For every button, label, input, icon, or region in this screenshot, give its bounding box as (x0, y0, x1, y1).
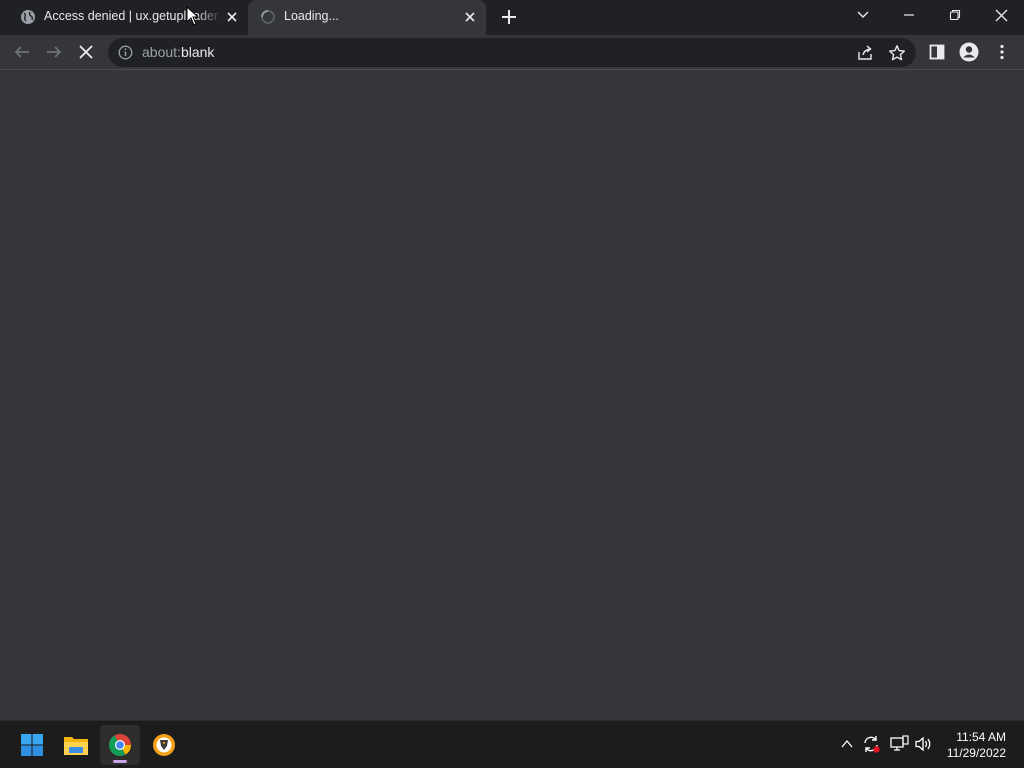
close-tab-icon[interactable] (224, 9, 240, 25)
chrome-button[interactable] (100, 725, 140, 765)
tab-search-button[interactable] (850, 4, 876, 26)
page-content (0, 71, 1024, 720)
restore-icon (949, 9, 961, 21)
chevron-down-icon (857, 11, 869, 18)
url-text[interactable]: about:blank (142, 44, 742, 60)
clock-date: 11/29/2022 (946, 746, 1006, 760)
arrow-left-icon (14, 46, 29, 58)
file-explorer-button[interactable] (56, 725, 96, 765)
url-path: blank (180, 44, 215, 60)
start-button[interactable] (12, 725, 52, 765)
url-scheme: about: (142, 44, 181, 60)
profile-button[interactable] (958, 41, 980, 63)
close-tab-icon[interactable] (462, 9, 478, 25)
network-icon (890, 735, 909, 751)
taskbar: 11:54 AM 11/29/2022 (0, 720, 1024, 768)
close-icon (995, 9, 1007, 21)
bookmark-star-icon[interactable] (888, 44, 906, 62)
stop-icon (79, 45, 93, 59)
forward-button[interactable] (43, 41, 65, 63)
brave-icon (153, 734, 175, 756)
browser-toolbar: about:blank (0, 35, 1024, 70)
back-button[interactable] (11, 41, 33, 63)
tab-loading[interactable]: Loading... (248, 0, 486, 35)
avatar-icon (959, 42, 979, 62)
menu-button[interactable] (991, 41, 1013, 63)
address-bar[interactable]: about:blank (108, 38, 916, 67)
share-icon[interactable] (856, 44, 874, 62)
stop-loading-button[interactable] (75, 41, 97, 63)
start-icon (21, 734, 43, 756)
clock-time: 11:54 AM (956, 730, 1006, 744)
minimize-icon (904, 14, 914, 16)
new-tab-icon[interactable] (499, 7, 519, 27)
file-explorer-icon (64, 737, 88, 755)
loading-spinner-icon (261, 10, 275, 24)
close-window-button[interactable] (988, 4, 1014, 26)
network-button[interactable] (888, 733, 910, 755)
sync-icon (864, 736, 880, 753)
volume-button[interactable] (912, 733, 934, 755)
tab-access-denied[interactable]: Access denied | ux.getuploader.com (8, 0, 248, 35)
arrow-right-icon (47, 46, 62, 58)
globe-icon (21, 10, 35, 24)
side-panel-button[interactable] (926, 41, 948, 63)
system-clock[interactable]: 11:54 AM 11/29/2022 (947, 729, 1006, 761)
mouse-cursor-icon (186, 6, 200, 26)
chrome-icon (109, 734, 131, 756)
tab-strip: Access denied | ux.getuploader.com Loadi… (0, 0, 1024, 35)
tab-title: Loading... (284, 9, 339, 23)
active-app-indicator (113, 760, 127, 763)
minimize-button[interactable] (896, 4, 922, 26)
chevron-up-icon (841, 739, 853, 748)
brave-button[interactable] (144, 725, 184, 765)
sync-button[interactable] (860, 733, 882, 755)
more-vertical-icon (1000, 44, 1004, 60)
side-panel-icon (929, 44, 945, 60)
restore-button[interactable] (942, 4, 968, 26)
show-hidden-icons-button[interactable] (836, 733, 858, 755)
info-icon[interactable] (118, 45, 133, 60)
volume-icon (915, 736, 931, 752)
